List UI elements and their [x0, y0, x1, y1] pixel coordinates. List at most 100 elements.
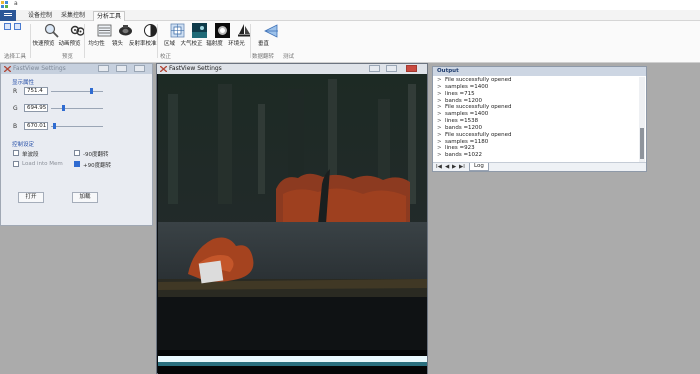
- log-line: > samples =1400: [437, 111, 637, 118]
- channel-r-slider-thumb[interactable]: [90, 88, 94, 94]
- lens-label: 镜头: [111, 41, 123, 47]
- log-text: bands =1200: [445, 124, 483, 131]
- viewer-title-bar[interactable]: FastView Settings: [157, 64, 427, 74]
- select-rectangle-icon[interactable]: [14, 23, 21, 30]
- hyperspectral-image-view[interactable]: [158, 74, 427, 374]
- ambient-light-button[interactable]: 环境光: [228, 23, 251, 49]
- lens-button[interactable]: 镜头: [110, 23, 132, 49]
- channel-b-slider-thumb[interactable]: [53, 123, 57, 129]
- minimize-button[interactable]: [369, 65, 380, 72]
- animated-preview-label: 动画预览: [58, 41, 81, 47]
- minimize-button[interactable]: [98, 65, 109, 72]
- rotate-minus-90-checkbox[interactable]: [74, 150, 80, 156]
- group-label-data-flip: 数据翻转: [252, 54, 275, 60]
- log-text: bands =1200: [445, 97, 483, 104]
- log-line: > File successfully opened: [437, 77, 637, 84]
- log-line: > bands =1200: [437, 98, 637, 105]
- single-band-checkbox[interactable]: [13, 150, 19, 156]
- settings-title: FastView Settings: [13, 65, 66, 72]
- viewer-title: FastView Settings: [169, 65, 222, 72]
- channel-b-slider[interactable]: [51, 126, 103, 127]
- tab-log[interactable]: Log: [469, 163, 489, 171]
- log-prompt-marker: >: [437, 83, 442, 90]
- magnifier-icon: [44, 23, 59, 38]
- next-page-icon[interactable]: ▶: [452, 164, 456, 170]
- last-page-icon[interactable]: ▶I: [459, 164, 465, 170]
- log-scrollbar[interactable]: [639, 77, 645, 163]
- log-prompt-marker: >: [437, 118, 442, 125]
- channel-b-field[interactable]: 670.01: [24, 122, 48, 130]
- ambient-light-label: 环境光: [228, 41, 245, 47]
- log-text: File successfully opened: [445, 77, 512, 83]
- log-prompt-marker: >: [437, 77, 442, 83]
- vertical-tool-icon: [263, 24, 278, 38]
- fastview-settings-window: FastView Settings 显示属性 R 751.4 G 694.95 …: [0, 63, 153, 226]
- load-into-mem-label: Load into Mem: [22, 161, 63, 167]
- log-line: > File successfully opened: [437, 104, 637, 111]
- ribbon-tab-row: 设备控制 采集控制 分析工具: [0, 10, 700, 21]
- log-line: > lines =923: [437, 145, 637, 152]
- log-list: > File successfully opened > samples =1400 >…: [437, 77, 637, 162]
- log-prompt-marker: >: [437, 131, 442, 138]
- menu-icon: [4, 13, 12, 14]
- channel-g-slider-thumb[interactable]: [61, 105, 65, 111]
- rotate-plus-90-label: +90度翻转: [83, 163, 112, 169]
- rotate-plus-90-checkbox[interactable]: [74, 161, 80, 167]
- app-menu-button[interactable]: [0, 10, 16, 21]
- fastview-app-icon: [160, 66, 167, 72]
- tab-analysis-tools[interactable]: 分析工具: [93, 11, 125, 21]
- radiometric-button[interactable]: 辐射度: [206, 23, 230, 49]
- white-sign: [198, 260, 224, 284]
- channel-r-field[interactable]: 751.4: [24, 87, 48, 95]
- region-icon: [170, 23, 184, 38]
- select-arrow-icon[interactable]: [4, 23, 11, 30]
- channel-g-slider[interactable]: [51, 108, 103, 109]
- fastview-viewer-window: FastView Settings: [156, 63, 428, 374]
- log-line: > File successfully opened: [437, 132, 637, 139]
- atmospheric-correction-button[interactable]: 大气校正: [180, 23, 207, 49]
- log-text: lines =1538: [445, 118, 479, 125]
- log-prompt-marker: >: [437, 124, 442, 131]
- title-bar: a: [0, 0, 700, 10]
- first-page-icon[interactable]: I◀: [436, 164, 442, 170]
- vertical-button[interactable]: 垂直: [256, 23, 278, 49]
- log-line: > samples =1400: [437, 84, 637, 91]
- reflectance-calibration-label: 反射率校准: [129, 41, 157, 47]
- log-line: > bands =1022: [437, 152, 637, 159]
- log-text: File successfully opened: [445, 131, 512, 138]
- close-button[interactable]: [406, 65, 417, 72]
- load-button[interactable]: 加载: [72, 192, 98, 203]
- animated-preview-button[interactable]: 动画预览: [58, 23, 85, 49]
- channel-g-field[interactable]: 694.95: [24, 104, 48, 112]
- log-prompt-marker: >: [437, 145, 442, 152]
- log-line: > lines =715: [437, 91, 637, 98]
- quick-preview-button[interactable]: 快速预览: [32, 23, 59, 49]
- settings-title-bar[interactable]: FastView Settings: [1, 64, 152, 74]
- rotate-minus-90-label: -90度翻转: [83, 152, 109, 158]
- region-button[interactable]: 区域: [162, 23, 184, 49]
- log-prompt-marker: >: [437, 152, 442, 159]
- open-button[interactable]: 打开: [18, 192, 44, 203]
- scrollbar-thumb[interactable]: [640, 128, 644, 159]
- log-prompt-marker: >: [437, 111, 442, 118]
- log-text: samples =1180: [445, 138, 489, 145]
- tab-device-control[interactable]: 设备控制: [26, 11, 54, 21]
- uniformity-button[interactable]: 均匀性: [88, 23, 111, 49]
- load-into-mem-checkbox[interactable]: [13, 161, 19, 167]
- tab-acquisition-control[interactable]: 采集控制: [59, 11, 87, 21]
- close-button[interactable]: [134, 65, 145, 72]
- channel-r-slider[interactable]: [51, 91, 103, 92]
- fastview-app-icon: [4, 66, 11, 72]
- log-text: samples =1400: [445, 83, 489, 90]
- maximize-button[interactable]: [386, 65, 397, 72]
- group-label-correction: 校正: [160, 54, 172, 60]
- reflectance-calibration-button[interactable]: 反射率校准: [129, 23, 157, 49]
- log-line: > bands =1200: [437, 125, 637, 132]
- prev-page-icon[interactable]: ◀: [445, 164, 449, 170]
- maximize-button[interactable]: [116, 65, 127, 72]
- channel-g-label: G: [13, 105, 18, 112]
- output-title: Output: [433, 67, 646, 76]
- film-reel-icon: [70, 25, 85, 36]
- log-line: > lines =1538: [437, 118, 637, 125]
- log-prompt-marker: >: [437, 138, 442, 145]
